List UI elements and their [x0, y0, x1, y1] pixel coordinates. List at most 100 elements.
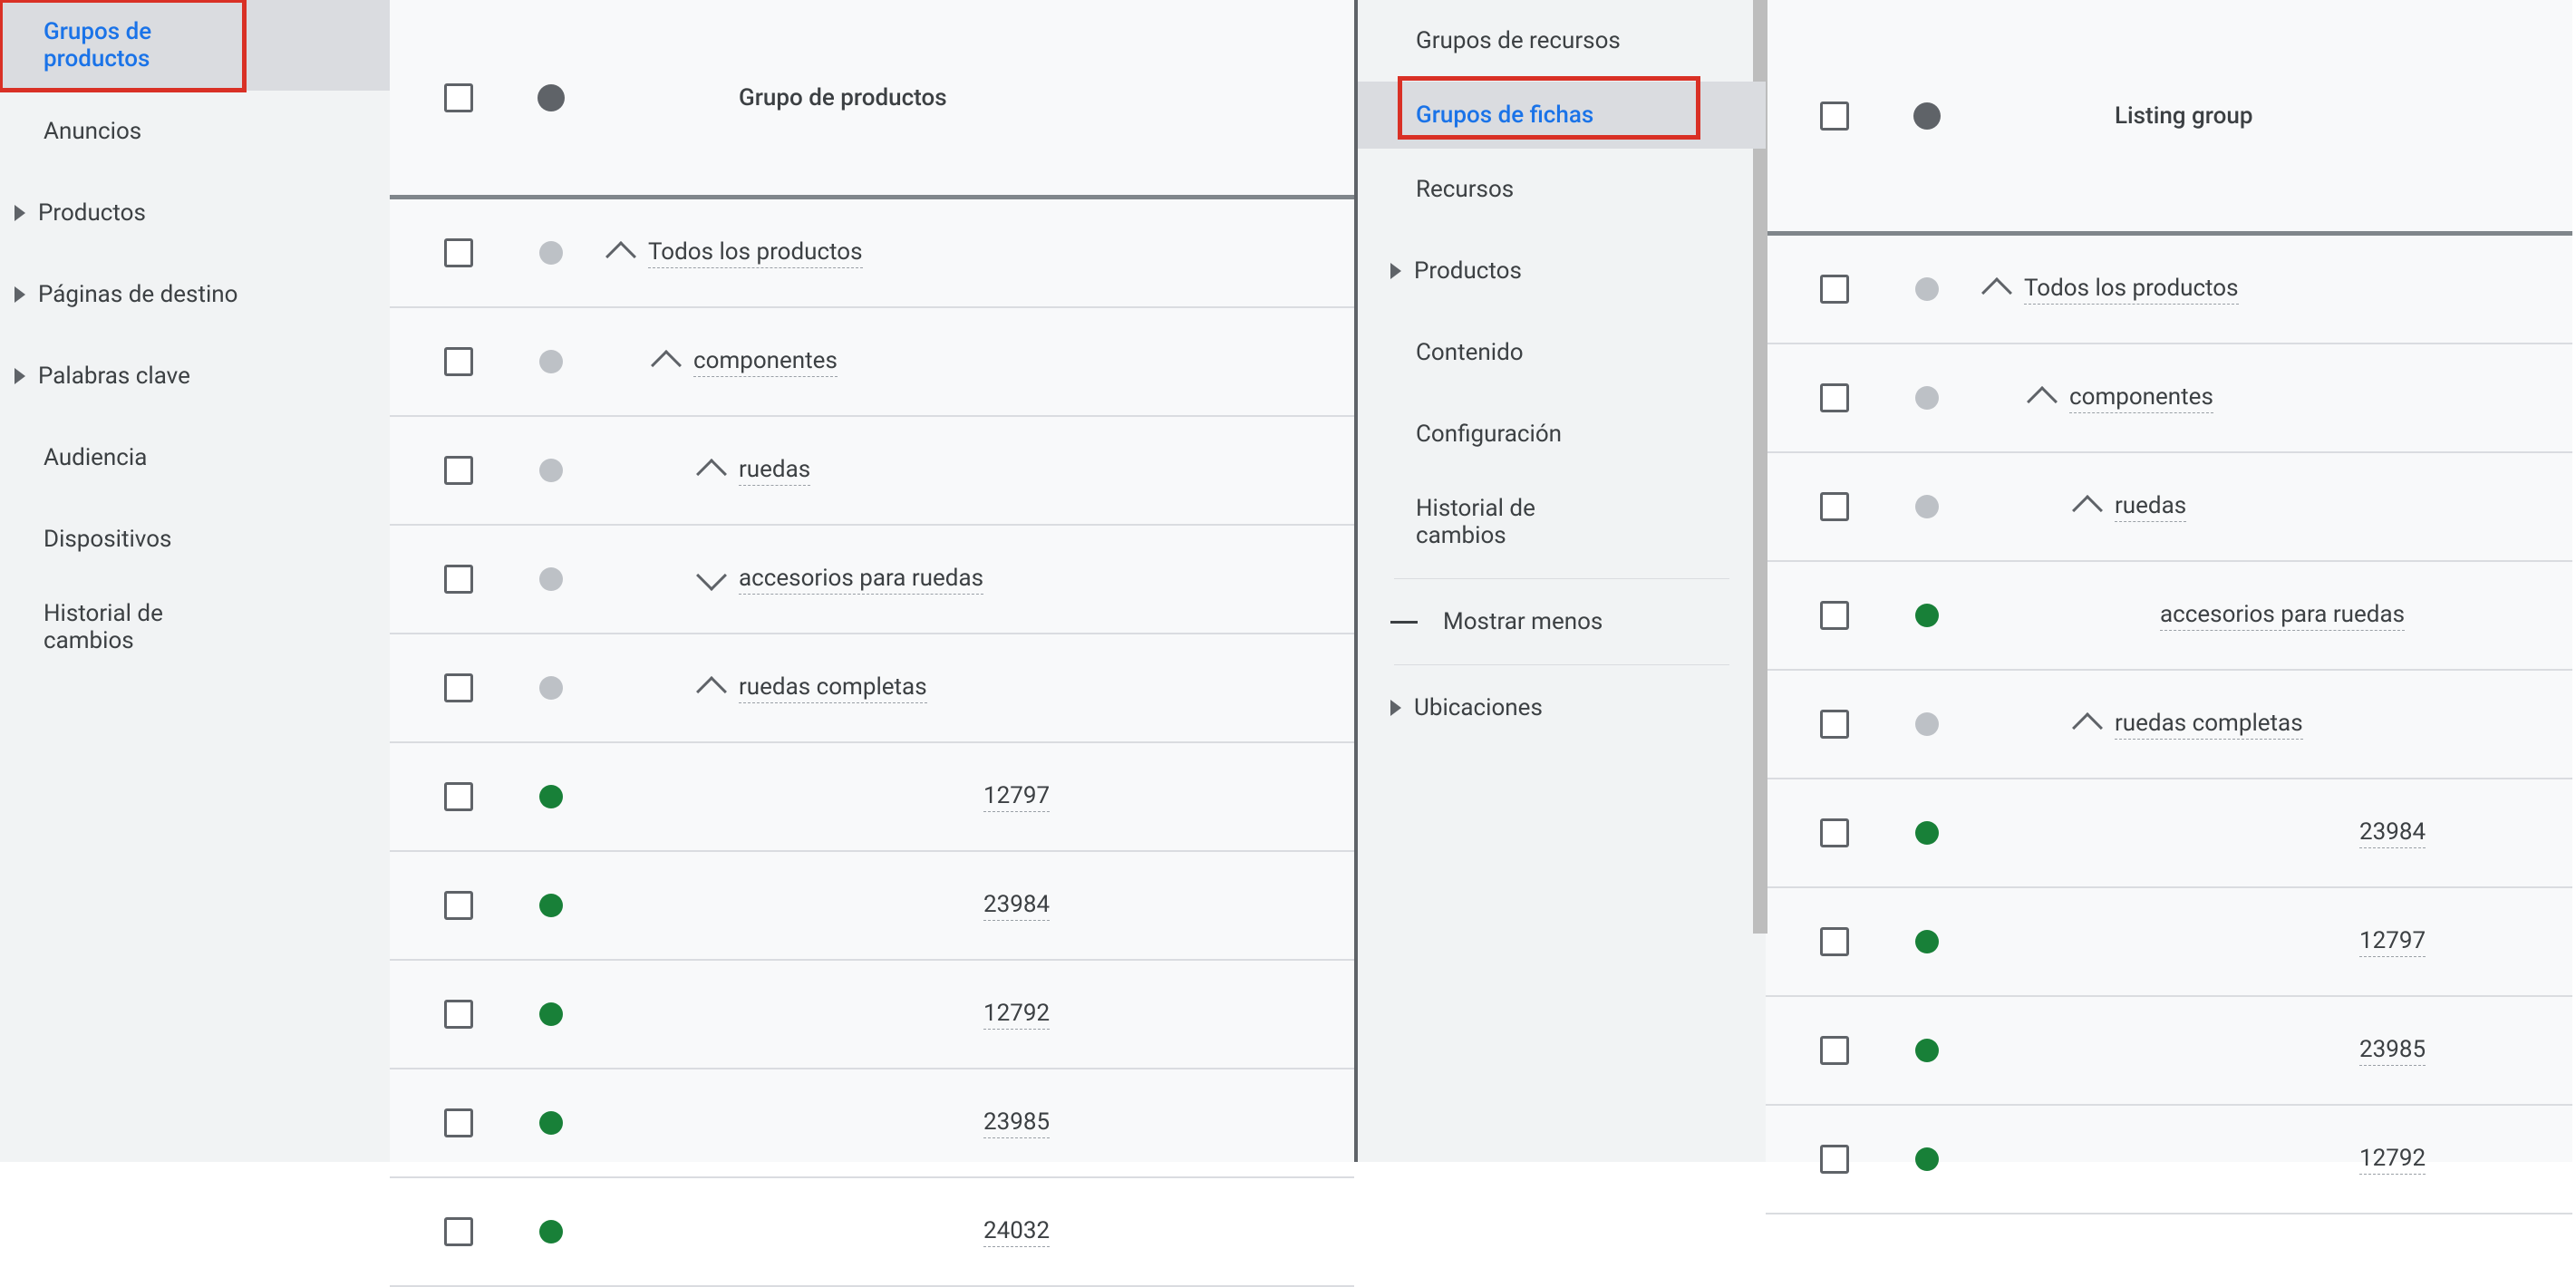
row-checkbox[interactable] [444, 673, 473, 702]
select-all-checkbox[interactable] [1820, 102, 1849, 131]
sidebar-item-ubicaciones[interactable]: Ubicaciones [1358, 667, 1766, 749]
row-checkbox[interactable] [1820, 492, 1849, 521]
table-row[interactable]: 12797 [1766, 888, 2572, 997]
panel-left: Grupos de productos Anuncios Productos P… [0, 0, 1358, 1162]
row-label[interactable]: 24032 [983, 1217, 1050, 1247]
select-all-checkbox[interactable] [444, 83, 473, 112]
chevron-up-icon[interactable] [2027, 386, 2058, 417]
row-checkbox[interactable] [1820, 927, 1849, 956]
chevron-up-icon[interactable] [696, 459, 727, 489]
status-dot-paused-icon [539, 676, 563, 700]
table-row[interactable]: componentes [390, 308, 1354, 417]
table-row[interactable]: 23984 [390, 852, 1354, 961]
row-checkbox[interactable] [444, 1108, 473, 1137]
sidebar-item-configuracion[interactable]: Configuración [1358, 393, 1766, 475]
sidebar-item-label: Grupos de productos [38, 18, 237, 73]
table-row[interactable]: componentes [1766, 344, 2572, 453]
sidebar-item-grupos-fichas[interactable]: Grupos de fichas [1358, 82, 1766, 149]
row-label[interactable]: componentes [2069, 383, 2213, 413]
table-row[interactable]: 12792 [390, 961, 1354, 1069]
row-checkbox[interactable] [444, 347, 473, 376]
sidebar-item-paginas-destino[interactable]: Páginas de destino [0, 254, 390, 335]
row-checkbox[interactable] [1820, 1145, 1849, 1174]
row-label[interactable]: ruedas [739, 456, 810, 486]
sidebar-item-contenido[interactable]: Contenido [1358, 312, 1766, 393]
sidebar-item-label: Palabras clave [33, 363, 190, 390]
row-checkbox[interactable] [444, 891, 473, 920]
sidebar-item-dispositivos[interactable]: Dispositivos [0, 498, 390, 580]
row-label[interactable]: ruedas [2115, 492, 2186, 522]
sidebar-item-anuncios[interactable]: Anuncios [0, 91, 390, 172]
status-dot-enabled-icon [1915, 1039, 1939, 1062]
chevron-up-icon[interactable] [1981, 277, 2012, 308]
sidebar-item-label: Productos [33, 199, 146, 227]
status-dot-paused-icon [1915, 277, 1939, 301]
table-row[interactable]: 24032 [390, 1178, 1354, 1287]
row-label[interactable]: 23984 [983, 891, 1050, 921]
table-row[interactable]: 12797 [390, 743, 1354, 852]
chevron-up-icon[interactable] [605, 241, 636, 272]
row-checkbox[interactable] [1820, 710, 1849, 739]
table-row[interactable]: Todos los productos [390, 199, 1354, 308]
chevron-up-icon[interactable] [2072, 495, 2103, 526]
sidebar-item-label: Historial de cambios [1410, 495, 1592, 549]
status-dot-enabled-icon [539, 785, 563, 808]
row-label[interactable]: ruedas completas [2115, 710, 2303, 740]
table-row[interactable]: 12792 [1766, 1106, 2572, 1214]
row-label[interactable]: 12792 [2359, 1145, 2426, 1175]
table-row[interactable]: accesorios para ruedas [1766, 562, 2572, 671]
chevron-down-icon[interactable] [696, 560, 727, 591]
row-checkbox[interactable] [444, 565, 473, 594]
status-dot-header-icon [537, 84, 565, 111]
table-row[interactable]: ruedas completas [390, 634, 1354, 743]
row-label[interactable]: 23985 [983, 1108, 1050, 1138]
row-label[interactable]: Todos los productos [2024, 275, 2239, 305]
table-row[interactable]: ruedas [1766, 453, 2572, 562]
show-less-toggle[interactable]: Mostrar menos [1358, 581, 1766, 663]
table-row[interactable]: ruedas [390, 417, 1354, 526]
sidebar-item-grupos-productos[interactable]: Grupos de productos [0, 0, 390, 91]
table-row[interactable]: Todos los productos [1766, 236, 2572, 344]
sidebar-item-productos-r[interactable]: Productos [1358, 230, 1766, 312]
table-row[interactable]: accesorios para ruedas [390, 526, 1354, 634]
chevron-up-icon[interactable] [696, 676, 727, 707]
status-dot-paused-icon [1915, 712, 1939, 736]
row-label[interactable]: 12792 [983, 1000, 1050, 1030]
sidebar-item-grupos-recursos[interactable]: Grupos de recursos [1358, 0, 1766, 82]
row-label[interactable]: accesorios para ruedas [2160, 601, 2405, 631]
table-row[interactable]: 23984 [1766, 779, 2572, 888]
status-dot-enabled-icon [539, 1111, 563, 1135]
row-label[interactable]: Todos los productos [648, 238, 863, 268]
sidebar-item-historial-cambios[interactable]: Historial de cambios [0, 580, 390, 682]
row-label[interactable]: 12797 [983, 782, 1050, 812]
sidebar-item-recursos[interactable]: Recursos [1358, 149, 1766, 230]
sidebar-item-audiencia[interactable]: Audiencia [0, 417, 390, 498]
sidebar-item-palabras-clave[interactable]: Palabras clave [0, 335, 390, 417]
row-checkbox[interactable] [444, 1000, 473, 1029]
row-checkbox[interactable] [1820, 1036, 1849, 1065]
row-label[interactable]: ruedas completas [739, 673, 927, 703]
chevron-up-icon[interactable] [2072, 712, 2103, 743]
row-checkbox[interactable] [1820, 818, 1849, 847]
row-label[interactable]: componentes [693, 347, 838, 377]
table-row[interactable]: 23985 [1766, 997, 2572, 1106]
row-label[interactable]: accesorios para ruedas [739, 565, 983, 595]
row-checkbox[interactable] [444, 782, 473, 811]
row-checkbox[interactable] [444, 456, 473, 485]
row-label[interactable]: 23984 [2359, 818, 2426, 848]
row-checkbox[interactable] [1820, 601, 1849, 630]
row-label[interactable]: 23985 [2359, 1036, 2426, 1066]
table-row[interactable]: ruedas completas [1766, 671, 2572, 779]
sidebar-item-historial-cambios-r[interactable]: Historial de cambios [1358, 475, 1766, 576]
chevron-up-icon[interactable] [651, 350, 682, 381]
row-checkbox[interactable] [1820, 275, 1849, 304]
row-label[interactable]: 12797 [2359, 927, 2426, 957]
table-row[interactable]: 23985 [390, 1069, 1354, 1178]
status-dot-header-icon [1913, 102, 1941, 130]
sidebar-item-label: Dispositivos [38, 526, 171, 553]
row-checkbox[interactable] [1820, 383, 1849, 412]
minus-icon [1390, 621, 1418, 624]
sidebar-item-productos[interactable]: Productos [0, 172, 390, 254]
row-checkbox[interactable] [444, 238, 473, 267]
row-checkbox[interactable] [444, 1217, 473, 1246]
